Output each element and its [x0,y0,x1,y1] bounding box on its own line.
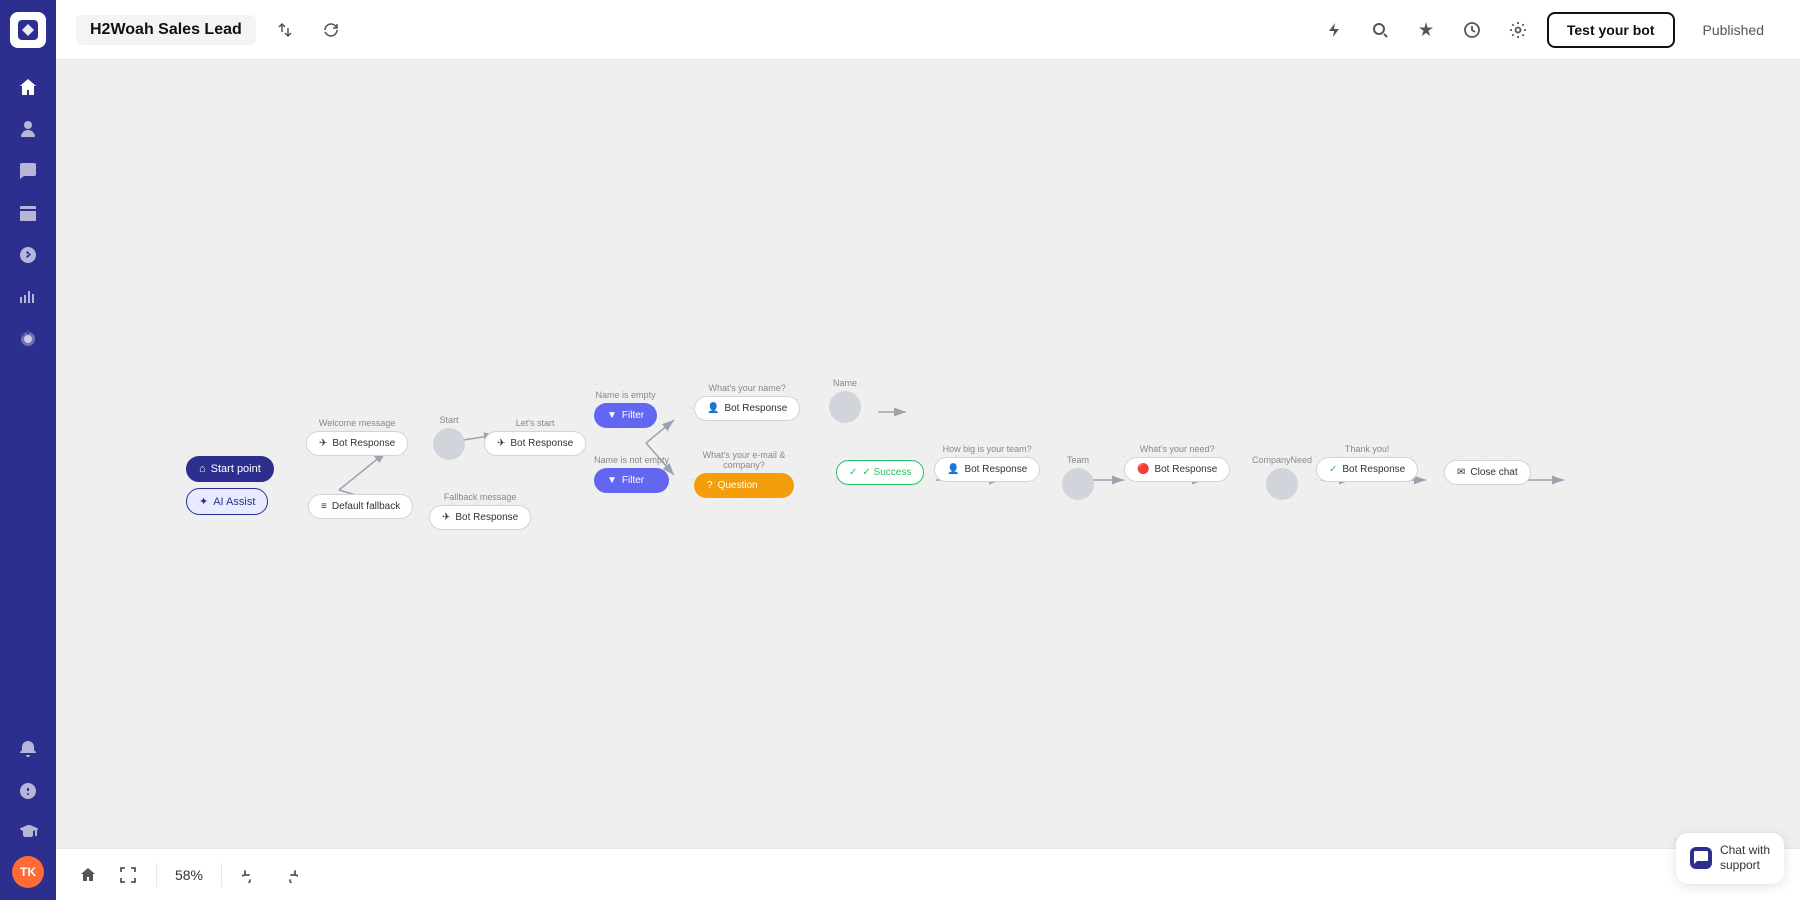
flow-title[interactable]: H2Woah Sales Lead [76,15,256,45]
close-chat-node[interactable]: ✉ Close chat [1444,460,1531,485]
undo-button[interactable] [234,859,266,891]
flow-canvas[interactable]: ⌂ Start point ✦ AI Assist ≡ Default fall… [56,60,1800,848]
sidebar-item-chat[interactable] [9,152,47,190]
lightning-button[interactable] [1317,13,1351,47]
settings-button[interactable] [1501,13,1535,47]
user-avatar[interactable]: TK [12,856,44,888]
question-email-node[interactable]: What's your e-mail & company? ? Question [694,450,794,498]
name-circle-node[interactable]: Name [829,378,861,423]
search-button[interactable] [1363,13,1397,47]
filter-name-not-empty-node[interactable]: Name is not empty ▼ Filter [594,455,669,493]
header-right-actions: Test your bot Published [1317,12,1780,48]
sidebar-item-education[interactable] [9,814,47,852]
filter-name-empty-node[interactable]: Name is empty ▼ Filter [594,390,657,428]
success-node[interactable]: ✓ ✓ Success [836,460,924,485]
sidebar-item-help[interactable] [9,772,47,810]
sidebar-item-bell[interactable] [9,730,47,768]
history-button[interactable] [1455,13,1489,47]
sparkle-button[interactable] [1409,13,1443,47]
sidebar-item-analytics[interactable] [9,278,47,316]
team-circle-node[interactable]: Team [1062,455,1094,500]
sidebar-item-users[interactable] [9,110,47,148]
how-big-node[interactable]: How big is your team? 👤 Bot Response [934,444,1040,482]
sidebar-item-home[interactable] [9,68,47,106]
fallback-message-node[interactable]: Fallback message ✈ Bot Response [429,492,531,530]
sidebar-item-inbox[interactable] [9,194,47,232]
toolbar-divider [156,863,157,887]
start-point-node[interactable]: ⌂ Start point [186,456,274,482]
chat-support-widget[interactable]: Chat with support [1676,833,1784,884]
main-content: H2Woah Sales Lead Test your bot [56,0,1800,900]
zoom-level-display: 58% [169,867,209,883]
test-bot-button[interactable]: Test your bot [1547,12,1675,48]
home-view-button[interactable] [72,859,104,891]
app-logo[interactable] [10,12,46,48]
refresh-button[interactable] [314,13,348,47]
published-button[interactable]: Published [1687,14,1781,46]
sidebar: TK [0,0,56,900]
whats-need-node[interactable]: What's your need? 🔴 Bot Response [1124,444,1230,482]
sidebar-item-integrations[interactable] [9,320,47,358]
toolbar-divider-2 [221,863,222,887]
default-fallback-node[interactable]: ≡ Default fallback [308,492,413,519]
company-need-circle-node[interactable]: CompanyNeed [1252,455,1312,500]
flow-nodes: ⌂ Start point ✦ AI Assist ≡ Default fall… [56,60,1800,848]
fullscreen-button[interactable] [112,859,144,891]
sidebar-item-history[interactable] [9,236,47,274]
bottom-toolbar: 58% [56,848,1800,900]
whats-your-name-node[interactable]: What's your name? 👤 Bot Response [694,383,800,421]
ai-assist-node[interactable]: ✦ AI Assist [186,488,268,515]
lets-start-node[interactable]: Let's start ✈ Bot Response [484,418,586,456]
welcome-message-node[interactable]: Welcome message ✈ Bot Response [306,418,408,456]
redo-button[interactable] [274,859,306,891]
header: H2Woah Sales Lead Test your bot [56,0,1800,60]
start-circle-node[interactable]: Start [433,415,465,460]
thank-you-node[interactable]: Thank you! ✓ Bot Response [1316,444,1418,482]
auto-arrange-button[interactable] [268,13,302,47]
chat-support-icon [1690,847,1712,869]
